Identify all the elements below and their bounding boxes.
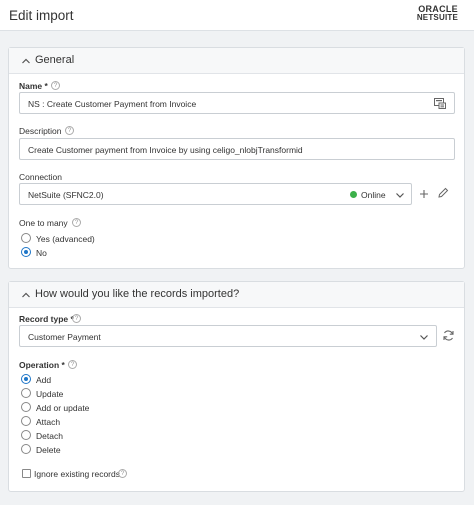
radio-update-label: Update — [36, 389, 64, 399]
record-type-value: Customer Payment — [28, 332, 101, 342]
description-input[interactable]: Create Customer payment from Invoice by … — [19, 138, 455, 160]
radio-add[interactable] — [21, 374, 31, 384]
radio-add-label: Add — [36, 375, 52, 385]
radio-add-or-update-label: Add or update — [36, 403, 90, 413]
radio-no[interactable] — [21, 247, 31, 257]
record-type-label: Record type * — [19, 314, 74, 324]
operation-label: Operation * — [19, 360, 65, 370]
logo-netsuite-text: NETSUITE — [416, 13, 458, 22]
radio-attach-label: Attach — [36, 417, 61, 427]
ignore-existing-help-icon[interactable]: ? — [118, 469, 127, 478]
radio-no-label: No — [36, 248, 47, 258]
page-title: Edit import — [9, 8, 74, 23]
chevron-down-icon[interactable] — [419, 332, 429, 342]
records-panel-header[interactable]: How would you like the records imported? — [9, 282, 464, 308]
oracle-netsuite-logo: ORACLE NETSUITE — [417, 5, 458, 22]
description-input-value: Create Customer payment from Invoice by … — [28, 145, 303, 155]
radio-delete-label: Delete — [36, 445, 61, 455]
chevron-down-icon[interactable] — [395, 190, 405, 200]
connection-status: Online — [361, 190, 386, 200]
records-panel-title: How would you like the records imported? — [35, 288, 240, 300]
description-label: Description — [19, 126, 62, 136]
add-connection-icon[interactable] — [419, 189, 429, 199]
operation-help-icon[interactable]: ? — [68, 360, 77, 369]
general-panel: General Name * ? NS : Create Customer Pa… — [8, 47, 465, 269]
ignore-existing-checkbox[interactable] — [22, 469, 31, 478]
radio-detach[interactable] — [21, 430, 31, 440]
online-status-dot — [350, 191, 357, 198]
radio-detach-label: Detach — [36, 431, 63, 441]
name-help-icon[interactable]: ? — [51, 81, 60, 90]
radio-update[interactable] — [21, 388, 31, 398]
radio-attach[interactable] — [21, 416, 31, 426]
record-type-select[interactable]: Customer Payment — [19, 325, 437, 347]
edit-connection-icon[interactable] — [437, 187, 449, 199]
radio-yes-advanced-label: Yes (advanced) — [36, 234, 95, 244]
radio-yes-advanced[interactable] — [21, 233, 31, 243]
name-label: Name * — [19, 81, 48, 91]
radio-add-or-update[interactable] — [21, 402, 31, 412]
refresh-icon[interactable] — [442, 329, 455, 342]
general-panel-header[interactable]: General — [9, 48, 464, 74]
connection-value: NetSuite (SFNC2.0) — [28, 190, 104, 200]
description-help-icon[interactable]: ? — [65, 126, 74, 135]
connection-label: Connection — [19, 172, 63, 182]
general-panel-title: General — [35, 54, 75, 66]
records-panel: How would you like the records imported?… — [8, 281, 465, 492]
one-to-many-label: One to many — [19, 218, 68, 228]
radio-delete[interactable] — [21, 444, 31, 454]
ignore-existing-label: Ignore existing records — [34, 469, 120, 479]
name-input-value: NS : Create Customer Payment from Invoic… — [28, 99, 197, 109]
one-to-many-help-icon[interactable]: ? — [72, 218, 81, 227]
name-input[interactable]: NS : Create Customer Payment from Invoic… — [19, 92, 455, 114]
page-header: Edit import ORACLE NETSUITE — [0, 0, 474, 31]
chevron-up-icon[interactable] — [21, 290, 31, 300]
chevron-up-icon[interactable] — [21, 56, 31, 66]
field-picker-icon[interactable] — [434, 98, 446, 109]
connection-select[interactable]: NetSuite (SFNC2.0) Online — [19, 183, 412, 205]
record-type-help-icon[interactable]: ? — [72, 314, 81, 323]
